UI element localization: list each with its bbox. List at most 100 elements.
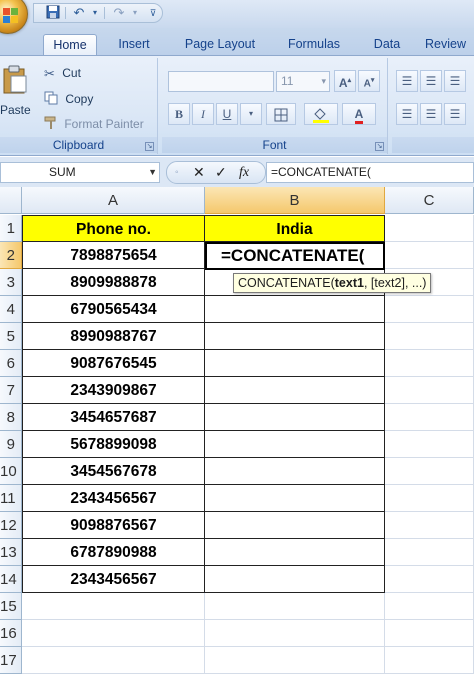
insert-function-icon[interactable]: fx xyxy=(239,164,249,181)
fill-color-button[interactable] xyxy=(304,103,338,125)
align-middle-icon[interactable]: ☰ xyxy=(420,70,442,92)
cell-b13[interactable] xyxy=(205,539,385,566)
cell-c15[interactable] xyxy=(385,593,474,620)
align-right-icon[interactable]: ☰ xyxy=(444,103,466,125)
row-header[interactable]: 7 xyxy=(0,377,22,404)
format-painter-button[interactable]: Format Painter xyxy=(44,116,144,133)
borders-button[interactable] xyxy=(266,103,296,125)
cell-a15[interactable] xyxy=(22,593,205,620)
cell-c9[interactable] xyxy=(385,431,474,458)
row-header[interactable]: 10 xyxy=(0,458,22,485)
select-all-corner[interactable] xyxy=(0,187,22,214)
cell-c2[interactable] xyxy=(385,242,474,269)
cell-c1[interactable] xyxy=(385,215,474,242)
row-header[interactable]: 12 xyxy=(0,512,22,539)
row-header[interactable]: 8 xyxy=(0,404,22,431)
column-header-b[interactable]: B xyxy=(205,187,385,214)
cell-a12[interactable]: 9098876567 xyxy=(22,512,205,539)
align-bottom-icon[interactable]: ☰ xyxy=(444,70,466,92)
tab-page-layout[interactable]: Page Layout xyxy=(176,34,264,56)
font-name-box[interactable] xyxy=(168,71,274,92)
cell-b15[interactable] xyxy=(205,593,385,620)
cell-b14[interactable] xyxy=(205,566,385,593)
save-icon[interactable] xyxy=(44,5,62,21)
grow-font-button[interactable]: A▴ xyxy=(334,70,356,92)
cell-b12[interactable] xyxy=(205,512,385,539)
redo-dropdown-icon[interactable]: ▾ xyxy=(126,5,144,21)
cell-c12[interactable] xyxy=(385,512,474,539)
cell-c10[interactable] xyxy=(385,458,474,485)
cell-b8[interactable] xyxy=(205,404,385,431)
cell-c17[interactable] xyxy=(385,647,474,674)
cell-a2[interactable]: 7898875654 xyxy=(22,242,205,269)
cell-c5[interactable] xyxy=(385,323,474,350)
cell-b10[interactable] xyxy=(205,458,385,485)
row-header[interactable]: 14 xyxy=(0,566,22,593)
cell-c14[interactable] xyxy=(385,566,474,593)
cell-a10[interactable]: 3454567678 xyxy=(22,458,205,485)
row-header[interactable]: 13 xyxy=(0,539,22,566)
enter-icon[interactable]: ✓ xyxy=(215,164,227,181)
cell-a7[interactable]: 2343909867 xyxy=(22,377,205,404)
cell-a9[interactable]: 5678899098 xyxy=(22,431,205,458)
cell-b17[interactable] xyxy=(205,647,385,674)
cell-a14[interactable]: 2343456567 xyxy=(22,566,205,593)
cell-b2-editing[interactable]: =CONCATENATE( xyxy=(205,242,385,270)
row-header[interactable]: 3 xyxy=(0,269,22,296)
cell-a4[interactable]: 6790565434 xyxy=(22,296,205,323)
tab-review[interactable]: Review xyxy=(425,34,474,56)
cell-b7[interactable] xyxy=(205,377,385,404)
cell-a16[interactable] xyxy=(22,620,205,647)
cell-b6[interactable] xyxy=(205,350,385,377)
font-color-button[interactable]: A xyxy=(342,103,376,125)
font-dialog-launcher-icon[interactable]: ↘ xyxy=(375,142,384,151)
shrink-font-button[interactable]: A▾ xyxy=(358,70,380,92)
align-left-icon[interactable]: ☰ xyxy=(396,103,418,125)
underline-dropdown-icon[interactable]: ▾ xyxy=(240,103,262,125)
cell-b1[interactable]: India xyxy=(205,215,385,242)
cell-c16[interactable] xyxy=(385,620,474,647)
cell-a3[interactable]: 8909988878 xyxy=(22,269,205,296)
name-box-dropdown-icon[interactable]: ▼ xyxy=(148,163,157,182)
align-top-icon[interactable]: ☰ xyxy=(396,70,418,92)
cell-c6[interactable] xyxy=(385,350,474,377)
cell-c8[interactable] xyxy=(385,404,474,431)
cell-a6[interactable]: 9087676545 xyxy=(22,350,205,377)
cell-b4[interactable] xyxy=(205,296,385,323)
tab-data[interactable]: Data xyxy=(364,34,410,56)
copy-button[interactable]: Copy xyxy=(44,91,93,108)
row-header[interactable]: 5 xyxy=(0,323,22,350)
cell-c13[interactable] xyxy=(385,539,474,566)
row-header[interactable]: 9 xyxy=(0,431,22,458)
cell-a11[interactable]: 2343456567 xyxy=(22,485,205,512)
cell-c7[interactable] xyxy=(385,377,474,404)
cell-a5[interactable]: 8990988767 xyxy=(22,323,205,350)
tab-insert[interactable]: Insert xyxy=(108,34,160,56)
formula-input[interactable]: =CONCATENATE( xyxy=(266,162,474,183)
cell-b9[interactable] xyxy=(205,431,385,458)
row-header[interactable]: 1 xyxy=(0,215,22,242)
row-header[interactable]: 4 xyxy=(0,296,22,323)
row-header[interactable]: 2 xyxy=(0,242,22,269)
name-box[interactable]: SUM ▼ xyxy=(0,162,160,183)
row-header[interactable]: 11 xyxy=(0,485,22,512)
customize-qat-icon[interactable]: ⊽ xyxy=(144,5,162,21)
font-size-box[interactable]: 11 ▾ xyxy=(276,71,330,92)
underline-button[interactable]: U xyxy=(216,103,238,125)
cell-a8[interactable]: 3454657687 xyxy=(22,404,205,431)
row-header[interactable]: 15 xyxy=(0,593,22,620)
cell-b5[interactable] xyxy=(205,323,385,350)
cell-a1[interactable]: Phone no. xyxy=(22,215,205,242)
cell-b16[interactable] xyxy=(205,620,385,647)
row-header[interactable]: 17 xyxy=(0,647,22,674)
tab-formulas[interactable]: Formulas xyxy=(278,34,350,56)
align-center-icon[interactable]: ☰ xyxy=(420,103,442,125)
paste-button[interactable]: Paste xyxy=(0,62,31,118)
row-header[interactable]: 16 xyxy=(0,620,22,647)
clipboard-dialog-launcher-icon[interactable]: ↘ xyxy=(145,142,154,151)
bold-button[interactable]: B xyxy=(168,103,190,125)
column-header-c[interactable]: C xyxy=(385,187,474,214)
cell-c11[interactable] xyxy=(385,485,474,512)
cell-a13[interactable]: 6787890988 xyxy=(22,539,205,566)
cell-a17[interactable] xyxy=(22,647,205,674)
